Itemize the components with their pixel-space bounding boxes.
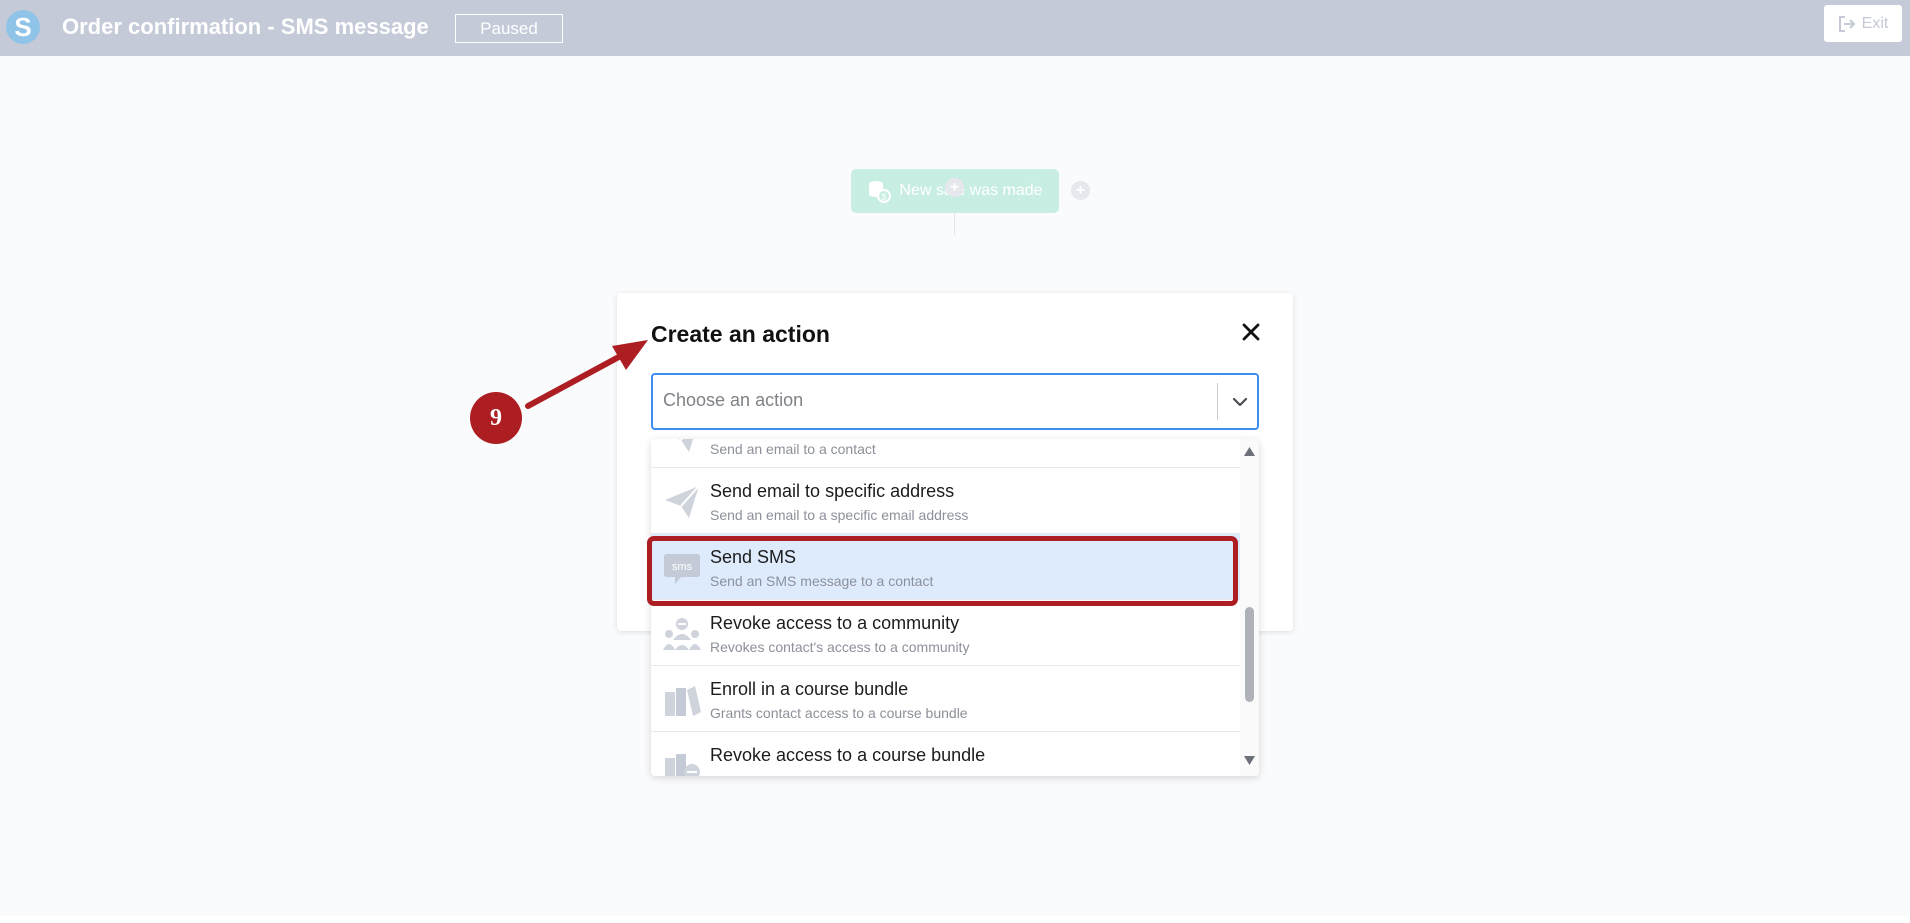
step-arrow-icon bbox=[525, 340, 648, 409]
step-number-badge: 9 bbox=[470, 392, 522, 444]
